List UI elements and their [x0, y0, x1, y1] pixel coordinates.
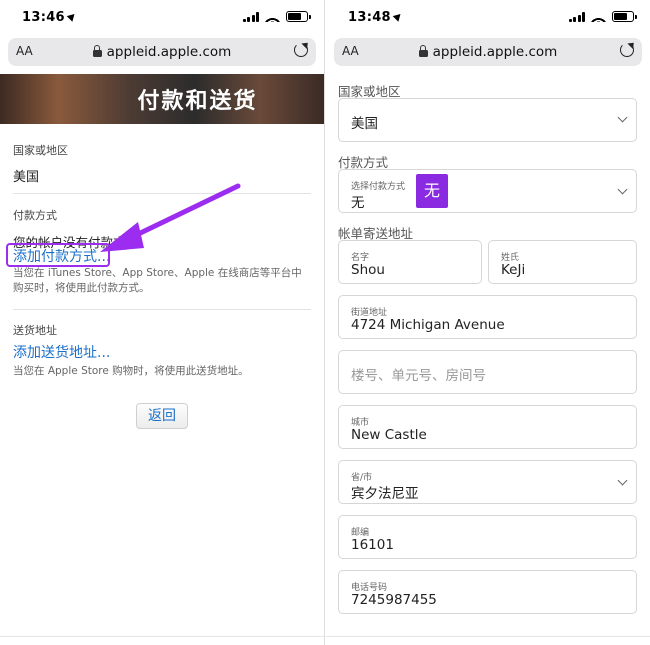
location-icon [392, 11, 404, 22]
chevron-down-icon [617, 475, 628, 486]
text-size-button[interactable]: AA [342, 44, 359, 58]
zip-value: 16101 [351, 537, 394, 553]
state-value: 宾夕法尼亚 [351, 486, 419, 502]
address-bar[interactable]: AA appleid.apple.com [334, 38, 642, 66]
first-name-field[interactable]: 名字 Shou [338, 240, 482, 284]
chevron-down-icon [617, 184, 628, 195]
signal-icon [568, 11, 585, 22]
city-value: New Castle [351, 427, 427, 443]
annotation-arrow-icon [100, 183, 241, 252]
divider [326, 636, 650, 637]
annotation-badge: 无 [416, 174, 448, 208]
street-field[interactable]: 街道地址 4724 Michigan Avenue [338, 295, 637, 339]
apartment-field[interactable]: 楼号、单元号、房间号 [338, 350, 637, 394]
left-screen: 13:46 AA appleid.apple.com 付款和送货 国家或地区 美… [0, 0, 325, 645]
lock-icon [418, 45, 428, 57]
payment-field-value: 无 [351, 195, 365, 211]
status-bar: 13:48 [326, 0, 650, 36]
country-value: 美国 [351, 116, 378, 132]
right-screen: 13:48 AA appleid.apple.com 国家或地区 美国 付款方式… [326, 0, 650, 645]
system-icons [568, 11, 637, 22]
last-name-value: KeJi [501, 262, 526, 278]
phone-value: 7245987455 [351, 592, 437, 608]
phone-field[interactable]: 电话号码 7245987455 [338, 570, 637, 614]
street-value: 4724 Michigan Avenue [351, 317, 505, 333]
chevron-down-icon [617, 112, 628, 123]
status-time: 13:48 [348, 10, 404, 25]
country-select[interactable]: 美国 [338, 98, 637, 142]
city-field[interactable]: 城市 New Castle [338, 405, 637, 449]
last-name-field[interactable]: 姓氏 KeJi [488, 240, 637, 284]
divider [0, 636, 324, 637]
first-name-value: Shou [351, 262, 385, 278]
payment-method-select[interactable]: 选择付款方式 无 [338, 169, 637, 213]
zip-field[interactable]: 邮编 16101 [338, 515, 637, 559]
apartment-placeholder: 楼号、单元号、房间号 [351, 368, 486, 384]
wifi-icon [591, 11, 606, 22]
reload-icon[interactable] [620, 43, 634, 57]
battery-icon [612, 11, 637, 22]
state-select[interactable]: 省/市 宾夕法尼亚 [338, 460, 637, 504]
url-text[interactable]: appleid.apple.com [418, 44, 557, 60]
